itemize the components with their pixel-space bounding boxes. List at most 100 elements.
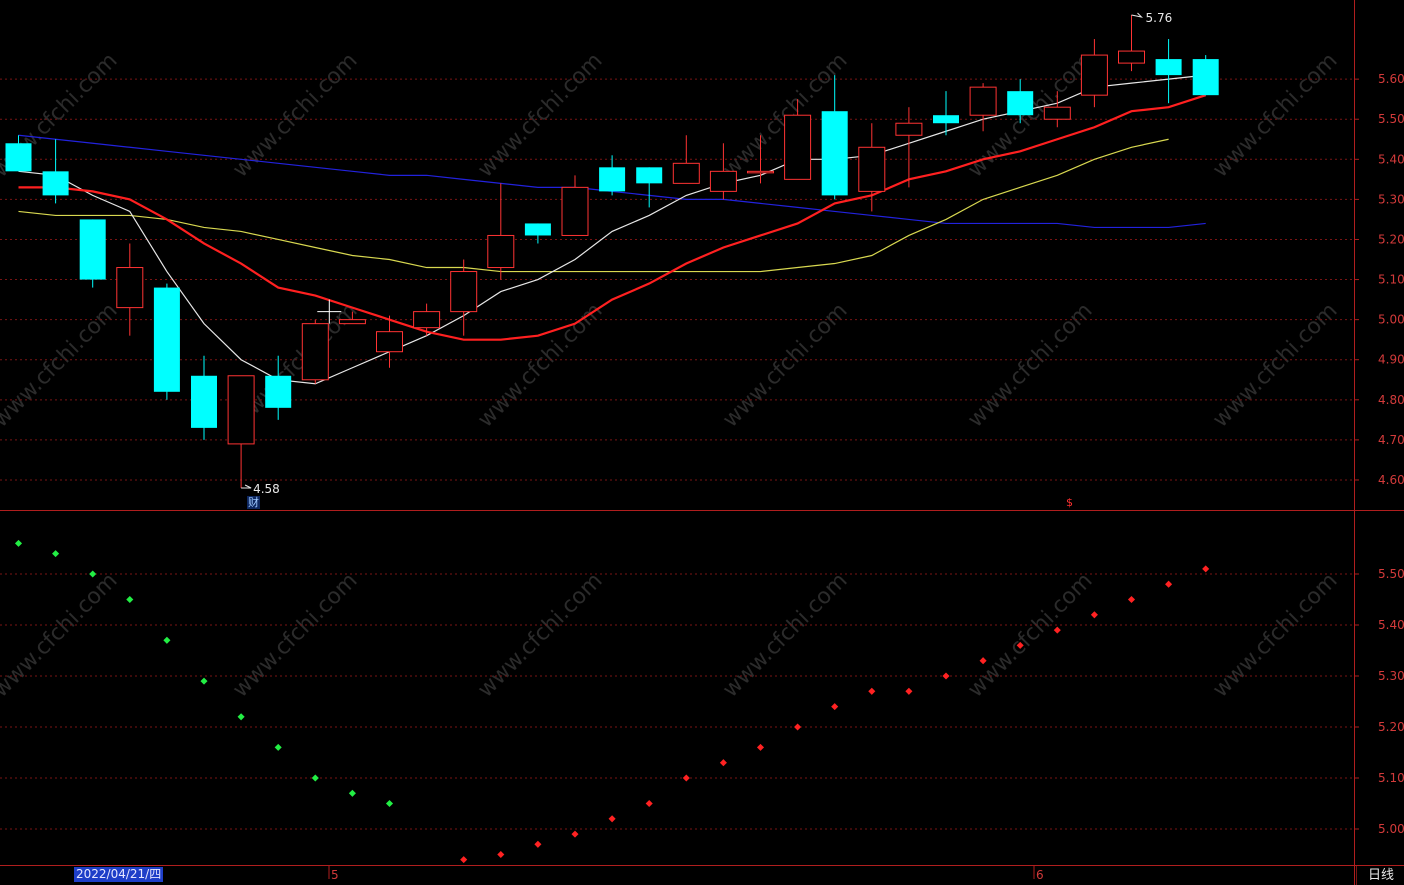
sar-dot — [905, 687, 913, 695]
sar-dot — [1090, 611, 1098, 619]
watermark-text: www.cfchi.com — [228, 568, 362, 702]
candle-body-up — [450, 271, 478, 313]
main-price-panel[interactable]: 5.76 4.58 — [5, 11, 1219, 496]
candle-body-up — [487, 234, 515, 269]
candle-body-up — [413, 311, 441, 329]
period-tab-daily[interactable]: 日线 — [1356, 866, 1404, 885]
candle-body-down — [1155, 59, 1182, 76]
watermark-text: www.cfchi.com — [473, 568, 607, 702]
low-arrow — [241, 484, 252, 489]
sar-dot — [682, 774, 690, 782]
main-y-tick-label: 5.60 — [1378, 72, 1404, 86]
month-label: 5 — [331, 868, 339, 882]
high-label: 5.76 — [1146, 11, 1173, 25]
candle-body-down — [599, 167, 626, 192]
candle-body-up — [1118, 50, 1145, 64]
candle-body-up — [895, 122, 923, 136]
sar-dot — [756, 743, 765, 751]
watermark-text: www.cfchi.com — [718, 568, 852, 702]
watermark-text: www.cfchi.com — [1208, 568, 1342, 702]
candle-body-down — [42, 171, 69, 196]
sar-y-tick-label: 5.00 — [1378, 822, 1404, 836]
sar-dot — [89, 570, 97, 578]
candle-body-up — [338, 319, 366, 325]
candle-body-down — [1192, 59, 1219, 96]
watermark-text: www.cfchi.com — [1208, 48, 1342, 182]
main-y-tick-label: 5.00 — [1378, 313, 1404, 327]
candle-body-up — [227, 375, 255, 445]
sar-dot — [831, 703, 839, 711]
watermark-text: www.cfchi.com — [473, 48, 607, 182]
candle-body-down — [1007, 91, 1034, 116]
main-y-tick-label: 4.70 — [1378, 433, 1404, 447]
candle-body-down — [524, 223, 551, 236]
sar-dot — [645, 799, 653, 808]
main-y-tick-label: 4.80 — [1378, 393, 1404, 407]
sar-dot — [311, 774, 319, 782]
candle-body-down — [636, 167, 663, 184]
watermark-text: www.cfchi.com — [0, 568, 123, 702]
sar-y-tick-label: 5.30 — [1378, 669, 1404, 683]
sar-dot — [868, 687, 876, 695]
candle-body-up — [1043, 106, 1071, 120]
candle-body-up — [969, 86, 997, 116]
finance-marker[interactable]: 财 — [247, 496, 260, 509]
sar-y-tick-label: 5.20 — [1378, 720, 1404, 734]
sar-dot — [460, 856, 468, 864]
watermark-layer: www.cfchi.com www.cfchi.com www.cfchi.com w… — [0, 48, 1343, 702]
sar-y-tick-label: 5.10 — [1378, 771, 1404, 785]
sar-indicator-panel[interactable] — [14, 539, 1210, 864]
candle-body-down — [821, 111, 848, 196]
main-y-tick-label: 5.50 — [1378, 112, 1404, 126]
watermark-text: www.cfchi.com — [963, 568, 1097, 702]
candle-body-up — [1080, 54, 1108, 96]
candle-body-up — [784, 114, 812, 180]
high-arrow — [1131, 12, 1144, 18]
candle-body-down — [933, 115, 959, 124]
sar-dot — [608, 815, 616, 823]
sar-dot — [237, 713, 245, 721]
sar-dot — [14, 539, 23, 547]
dividend-marker[interactable]: $ — [1066, 496, 1073, 509]
sar-dot — [52, 550, 60, 558]
sar-dot — [719, 759, 727, 767]
candle-body-down — [191, 375, 217, 428]
candle-body-up — [301, 323, 329, 381]
candle-body-up — [747, 170, 774, 174]
stock-chart[interactable]: www.cfchi.com www.cfchi.com www.cfchi.com w… — [0, 0, 1404, 885]
sar-dot — [534, 840, 542, 848]
cursor-date-label: 2022/04/21/四 — [74, 867, 164, 882]
main-y-tick-label: 4.60 — [1378, 473, 1404, 487]
watermark-text: www.cfchi.com — [0, 298, 123, 432]
sar-dot — [497, 850, 505, 859]
sar-dot — [126, 595, 134, 604]
candle-body-down — [5, 143, 32, 172]
grid-layer — [0, 0, 1404, 885]
sar-dot — [1165, 580, 1173, 588]
candle-body-up — [561, 186, 589, 236]
main-y-tick-label: 5.10 — [1378, 273, 1404, 287]
candle-body-up — [709, 170, 737, 192]
watermark-text: www.cfchi.com — [228, 48, 362, 182]
low-label: 4.58 — [253, 482, 280, 496]
watermark-text: www.cfchi.com — [1208, 298, 1342, 432]
sar-dot — [163, 636, 171, 644]
candle-body-down — [79, 219, 106, 280]
main-y-tick-label: 4.90 — [1378, 353, 1404, 367]
candle-body-up — [858, 146, 886, 192]
sar-dot — [385, 799, 394, 808]
candle-body-down — [153, 287, 180, 392]
sar-dot — [942, 672, 950, 680]
sar-dot — [274, 743, 282, 751]
sar-y-tick-label: 5.50 — [1378, 567, 1404, 581]
month-label: 6 — [1036, 868, 1044, 882]
candle-body-down — [265, 375, 292, 408]
price-axis: 5.60 5.50 5.40 5.30 5.20 5.10 5.00 4.90 4.80 4.70… — [328, 72, 1404, 882]
candle-body-up — [116, 267, 144, 309]
sar-dot — [794, 723, 802, 731]
sar-dot — [1127, 595, 1136, 604]
watermark-text: www.cfchi.com — [963, 298, 1097, 432]
main-y-tick-label: 5.20 — [1378, 232, 1404, 246]
candle-body-up — [376, 331, 403, 353]
candle-body-up — [672, 162, 700, 184]
